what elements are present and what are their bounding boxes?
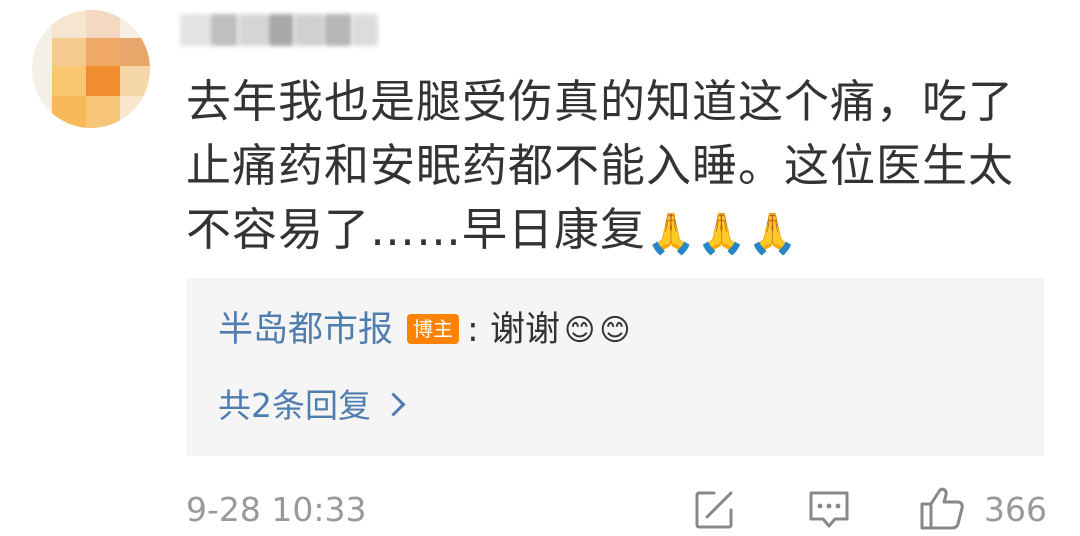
avatar[interactable] (32, 10, 150, 128)
username-blurred[interactable] (180, 14, 380, 46)
more-replies-label: 共2条回复 (218, 386, 371, 425)
thumbs-up-icon[interactable] (918, 484, 966, 536)
prayer-emoji: 🙏 (646, 211, 697, 257)
avatar-mosaic (52, 10, 150, 128)
prayer-emoji: 🙏 (747, 211, 799, 257)
like-count: 366 (984, 490, 1047, 529)
comment-icon[interactable] (806, 488, 852, 536)
comment-timestamp: 9-28 10:33 (186, 490, 367, 529)
reply-preview-box[interactable]: 半岛都市报 博主: 谢谢 😊 😊 共2条回复 (186, 278, 1044, 456)
comment-text: 去年我也是腿受伤真的知道这个痛，吃了止痛药和安眠药都不能入睡。这位医生太不容易了… (186, 70, 1056, 262)
smile-emoji: 😊 (599, 313, 631, 348)
comment-body: 去年我也是腿受伤真的知道这个痛，吃了止痛药和安眠药都不能入睡。这位医生太不容易了… (186, 75, 1015, 256)
chevron-right-icon (381, 392, 406, 417)
reply-text: 谢谢 (489, 310, 560, 350)
reply-separator: : (467, 310, 479, 350)
edit-share-icon[interactable] (692, 488, 736, 536)
reply-line: 半岛都市报 博主: 谢谢 😊 😊 (218, 308, 631, 353)
view-more-replies-link[interactable]: 共2条回复 (218, 384, 406, 428)
reply-author-link[interactable]: 半岛都市报 (218, 310, 393, 350)
prayer-emoji: 🙏 (696, 211, 748, 257)
smile-emoji: 😊 (563, 313, 596, 348)
author-badge: 博主 (407, 314, 460, 344)
